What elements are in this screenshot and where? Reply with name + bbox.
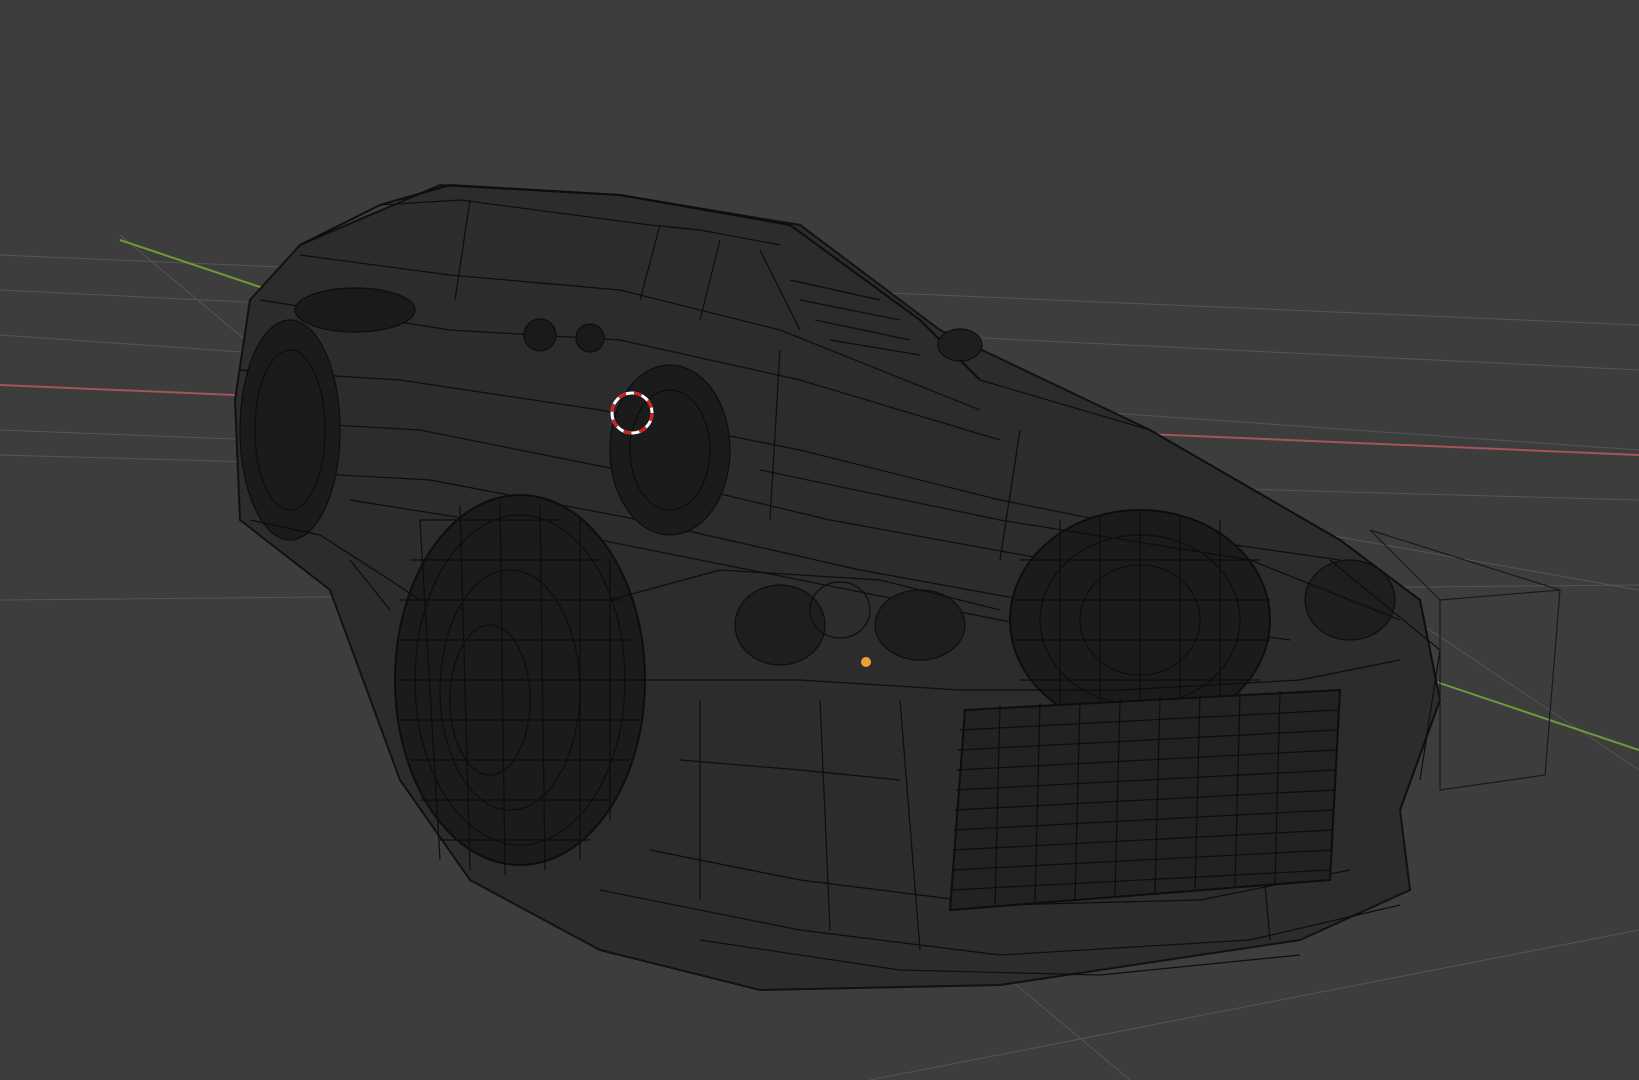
car-wireframe[interactable] bbox=[233, 183, 1561, 992]
3d-viewport[interactable] bbox=[0, 0, 1639, 1080]
object-origin-icon bbox=[861, 657, 871, 667]
front-grille bbox=[948, 688, 1342, 912]
left-headlight bbox=[734, 584, 826, 666]
viewport-canvas[interactable] bbox=[0, 0, 1639, 1080]
